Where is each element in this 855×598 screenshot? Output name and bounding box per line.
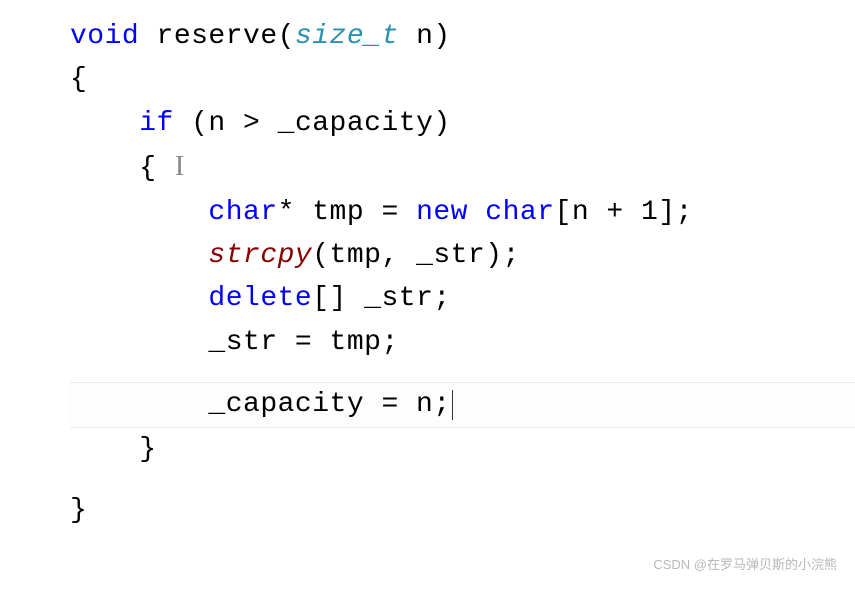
ibeam-cursor-icon: I — [174, 145, 186, 188]
code-token: delete — [208, 283, 312, 314]
code-line: } — [70, 428, 855, 471]
code-line: if (n > _capacity) — [70, 102, 855, 145]
code-token: _capacity = n; — [208, 389, 450, 420]
code-token: { — [70, 64, 87, 95]
code-line: char* tmp = new char[n + 1]; — [70, 191, 855, 234]
code-line: { I — [70, 145, 855, 190]
code-line: delete[] _str; — [70, 277, 855, 320]
code-token: * tmp = — [278, 197, 416, 228]
code-token: char — [208, 197, 277, 228]
code-token: } — [139, 434, 156, 465]
code-token: { — [139, 153, 174, 184]
code-line: { — [70, 58, 855, 101]
code-line — [70, 364, 855, 382]
code-line: void reserve(size_t n) — [70, 15, 855, 58]
code-token: strcpy — [208, 240, 312, 271]
code-token: new — [416, 197, 468, 228]
code-block: void reserve(size_t n) { if (n > _capacit… — [70, 15, 855, 532]
code-token: if — [139, 108, 174, 139]
code-token: (tmp, _str); — [312, 240, 520, 271]
code-line — [70, 471, 855, 489]
code-token: [] _str; — [312, 283, 450, 314]
watermark-text: CSDN @在罗马弹贝斯的小浣熊 — [653, 554, 837, 573]
code-line: _str = tmp; — [70, 321, 855, 364]
code-token: void — [70, 21, 139, 52]
code-token: (n > _capacity) — [174, 108, 451, 139]
code-token: char — [485, 197, 554, 228]
code-token — [468, 197, 485, 228]
code-token: n) — [399, 21, 451, 52]
code-token: } — [70, 495, 87, 526]
code-token: reserve( — [139, 21, 295, 52]
code-token: [n + 1]; — [555, 197, 693, 228]
text-caret-icon — [452, 390, 453, 420]
code-token: size_t — [295, 21, 399, 52]
code-token: _str = tmp; — [208, 327, 398, 358]
code-line: strcpy(tmp, _str); — [70, 234, 855, 277]
code-line: _capacity = n; — [70, 382, 855, 427]
code-line: } — [70, 489, 855, 532]
